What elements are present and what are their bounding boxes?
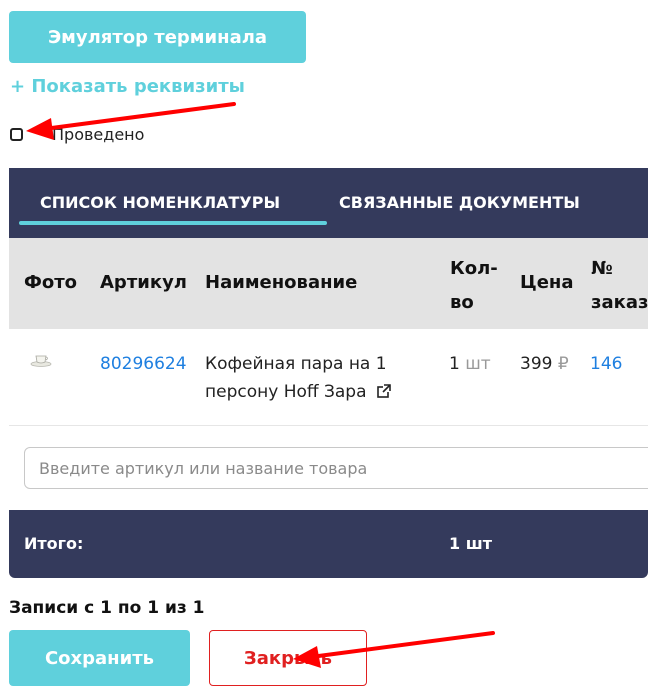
terminal-emulator-button[interactable]: Эмулятор терминала [9,11,306,63]
save-button[interactable]: Сохранить [9,630,190,686]
column-header-photo: Фото [24,272,78,293]
column-header-order[interactable]: № заказ [591,252,648,320]
column-header-article[interactable]: Артикул [100,266,187,300]
column-header-qty-line1: Кол- [450,258,498,279]
product-name-line1[interactable]: Кофейная пара на 1 [205,350,387,378]
conducted-label: Проведено [52,124,145,144]
tab-nomenclature-list[interactable]: СПИСОК НОМЕНКЛАТУРЫ [40,193,280,212]
row-order-link[interactable]: 146 [590,350,622,378]
article-link[interactable]: 80296624 [100,350,187,378]
close-button[interactable]: Закрыть [209,630,367,686]
product-photo-thumbnail[interactable] [30,353,52,367]
external-link-icon[interactable] [377,384,391,398]
product-name-line2[interactable]: персону Hoff Зара [205,378,391,406]
product-name-line2-text: персону Hoff Зара [205,382,367,402]
table-row: 80296624 Кофейная пара на 1 персону Hoff… [9,329,648,426]
column-header-qty[interactable]: Кол- во [450,252,498,320]
product-search-input[interactable] [24,447,648,489]
total-label: Итого: [24,534,84,553]
active-tab-indicator [19,221,327,225]
show-details-link[interactable]: + Показать реквизиты [10,76,245,97]
conducted-checkbox-row[interactable]: Проведено [10,124,144,144]
row-price-value: 399 [520,354,553,374]
column-header-price[interactable]: Цена [520,266,574,300]
total-qty: 1 шт [449,534,492,553]
column-header-order-line2: заказ [591,292,648,313]
row-qty-unit: шт [465,354,491,374]
column-header-order-line1: № [591,258,613,279]
row-price-currency: ₽ [557,354,569,374]
records-count: Записи с 1 по 1 из 1 [9,598,205,618]
tabs-bar: СПИСОК НОМЕНКЛАТУРЫ СВЯЗАННЫЕ ДОКУМЕНТЫ [9,168,648,238]
tab-linked-documents[interactable]: СВЯЗАННЫЕ ДОКУМЕНТЫ [339,193,580,212]
row-qty: 1 шт [449,350,491,378]
table-header: Фото Артикул Наименование Кол- во Цена №… [9,238,648,329]
table-footer: Итого: 1 шт [9,510,648,578]
row-qty-value: 1 [449,354,460,374]
row-price: 399 ₽ [520,350,569,378]
column-header-qty-line2: во [450,292,474,313]
conducted-checkbox[interactable] [10,127,23,141]
column-header-name[interactable]: Наименование [205,266,357,300]
